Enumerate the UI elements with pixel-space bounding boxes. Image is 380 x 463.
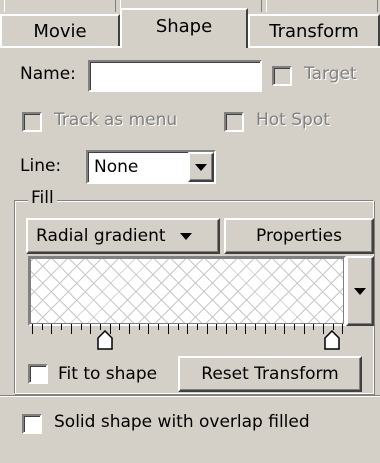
- ruler-tick: [90, 324, 92, 334]
- ruler-tick: [206, 324, 208, 334]
- ruler-tick: [274, 324, 276, 330]
- fit-to-shape-checkbox[interactable]: [28, 364, 48, 384]
- target-checkbox[interactable]: [272, 66, 292, 86]
- ruler-tick: [284, 324, 286, 334]
- separator: [0, 395, 380, 397]
- ruler-tick: [167, 324, 169, 334]
- target-label: Target: [304, 64, 357, 84]
- chevron-down-icon: [195, 163, 207, 171]
- ruler-tick: [313, 324, 315, 330]
- ruler-tick: [119, 324, 121, 330]
- solid-shape-label: Solid shape with overlap filled: [54, 412, 310, 432]
- ruler-tick: [138, 324, 140, 330]
- gradient-color-dropdown[interactable]: [346, 256, 374, 326]
- chevron-down-icon: [179, 232, 192, 240]
- track-as-menu-checkbox[interactable]: [22, 112, 42, 132]
- ruler-tick: [216, 324, 218, 330]
- fill-type-value: Radial gradient: [36, 226, 166, 246]
- ruler-tick: [148, 324, 150, 334]
- name-input[interactable]: [88, 60, 262, 92]
- ruler-tick: [51, 324, 53, 334]
- ruler-tick: [255, 324, 257, 330]
- line-select[interactable]: None: [86, 150, 216, 184]
- tab-shape[interactable]: Shape: [120, 8, 248, 48]
- reset-transform-label: Reset Transform: [201, 364, 339, 384]
- tab-movie-label: Movie: [33, 20, 87, 42]
- track-as-menu-label: Track as menu: [54, 110, 178, 130]
- name-label: Name:: [20, 64, 76, 84]
- ruler-tick: [129, 324, 130, 334]
- chevron-down-icon: [354, 287, 366, 295]
- reset-transform-button[interactable]: Reset Transform: [178, 356, 362, 392]
- fill-type-dropdown[interactable]: Radial gradient: [26, 218, 220, 254]
- properties-label: Properties: [256, 226, 342, 246]
- ruler-tick: [303, 324, 305, 334]
- ruler-tick: [41, 324, 43, 330]
- properties-button[interactable]: Properties: [224, 218, 374, 254]
- tab-transform-label: Transform: [269, 20, 359, 42]
- tab-movie[interactable]: Movie: [0, 14, 120, 46]
- ruler-tick: [177, 324, 179, 330]
- tab-shape-label: Shape: [155, 15, 213, 37]
- line-select-value: None: [94, 157, 139, 177]
- ruler-tick: [226, 324, 227, 334]
- ruler-tick: [342, 324, 344, 334]
- tab-transform[interactable]: Transform: [248, 14, 380, 46]
- gradient-preview[interactable]: [30, 258, 344, 324]
- hot-spot-label: Hot Spot: [256, 110, 330, 130]
- ruler-tick: [235, 324, 237, 330]
- fit-to-shape-label: Fit to shape: [58, 364, 158, 384]
- ruler-tick: [245, 324, 247, 334]
- ruler-tick: [293, 324, 295, 330]
- ruler-tick: [32, 324, 33, 334]
- ruler-tick: [70, 324, 72, 334]
- ruler-tick: [196, 324, 198, 330]
- ruler-tick: [264, 324, 266, 334]
- gradient-stop-handle[interactable]: [324, 330, 340, 350]
- solid-shape-checkbox[interactable]: [22, 414, 42, 434]
- fill-legend: Fill: [28, 188, 57, 208]
- ruler-tick: [187, 324, 189, 334]
- ruler-tick: [158, 324, 160, 330]
- gradient-stop-handle[interactable]: [97, 330, 113, 350]
- gradient-ruler: [30, 324, 344, 338]
- ruler-tick: [61, 324, 63, 330]
- line-dropdown-button[interactable]: [188, 152, 214, 182]
- ruler-tick: [80, 324, 82, 330]
- line-label: Line:: [20, 156, 62, 176]
- hot-spot-checkbox[interactable]: [224, 112, 244, 132]
